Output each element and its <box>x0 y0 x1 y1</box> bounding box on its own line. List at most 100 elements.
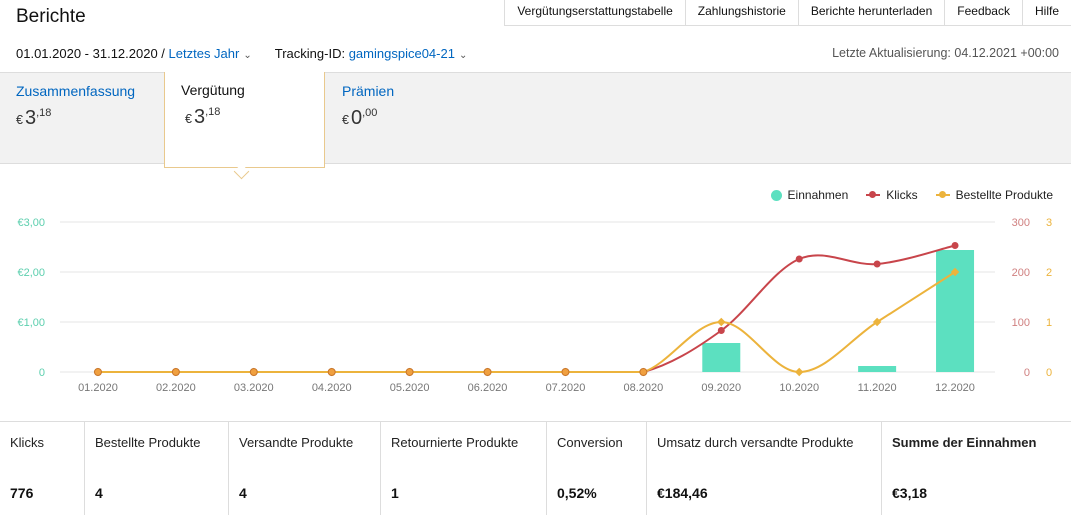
y-right-clicks-tick-label: 100 <box>1012 317 1030 329</box>
point-zero <box>639 368 648 376</box>
stats-row: Klicks 776 Bestellte Produkte 4 Versandte … <box>0 421 1071 515</box>
legend-clicks-swatch <box>866 191 881 198</box>
stat-clicks: Klicks 776 <box>0 422 85 515</box>
page-title: Berichte <box>16 6 86 27</box>
stat-shipped: Versandte Produkte 4 <box>229 422 381 515</box>
x-tick-label: 03.2020 <box>234 382 274 394</box>
stat-conversion: Conversion 0,52% <box>547 422 647 515</box>
summary-tabs: Zusammenfassung €3,18 Prämien €0,00 <box>0 72 1071 164</box>
y-right-clicks-tick-label: 0 <box>1024 367 1030 379</box>
x-tick-label: 04.2020 <box>312 382 352 394</box>
x-tick-label: 11.2020 <box>858 382 897 394</box>
stat-value: €3,18 <box>892 485 928 501</box>
point-ordered <box>717 317 726 327</box>
point-zero <box>561 368 570 376</box>
tab-bonuses-label[interactable]: Prämien <box>342 83 394 99</box>
currency-symbol: € <box>185 112 192 126</box>
period-dropdown[interactable]: Letztes Jahr ⌄ <box>169 46 252 61</box>
nav-help[interactable]: Hilfe <box>1023 0 1071 25</box>
point-clicks <box>951 242 959 249</box>
last-update: Letzte Aktualisierung: 04.12.2021 +00:00 <box>832 46 1059 60</box>
bar-earnings <box>858 366 897 372</box>
stat-value: 4 <box>95 485 103 501</box>
chevron-down-icon[interactable]: ⌄ <box>243 50 251 61</box>
nav-feedback[interactable]: Feedback <box>945 0 1023 25</box>
tracking-id-value[interactable]: gamingspice04-21 <box>349 46 455 61</box>
report-filters: 01.01.2020 - 31.12.2020 / Letztes Jahr ⌄ … <box>16 46 467 61</box>
tab-bonuses-value: €0,00 <box>342 107 377 130</box>
x-tick-label: 01.2020 <box>78 382 118 394</box>
tab-earnings-value: €3,18 <box>185 106 220 129</box>
x-tick-label: 07.2020 <box>546 382 586 394</box>
currency-symbol: € <box>16 113 23 127</box>
period-label[interactable]: Letztes Jahr <box>169 46 240 61</box>
tracking-label: Tracking-ID: <box>274 46 346 61</box>
x-tick-label: 02.2020 <box>156 382 196 394</box>
value-decimal: ,00 <box>362 107 378 119</box>
date-range: 01.01.2020 - 31.12.2020 / <box>16 46 165 61</box>
point-zero <box>249 368 258 376</box>
point-zero <box>93 368 102 376</box>
stat-value: €184,46 <box>657 485 708 501</box>
stat-label: Versandte Produkte <box>239 435 354 450</box>
x-tick-label: 05.2020 <box>390 382 430 394</box>
stat-returned: Retournierte Produkte 1 <box>381 422 547 515</box>
y-right-clicks-tick-label: 200 <box>1012 267 1030 279</box>
tab-summary-label[interactable]: Zusammenfassung <box>16 83 135 99</box>
stat-total-earnings: Summe der Einnahmen €3,18 <box>882 422 1071 515</box>
nav-payment-history[interactable]: Zahlungshistorie <box>686 0 799 25</box>
stat-label: Conversion <box>557 435 623 450</box>
y-right-ordered-tick-label: 0 <box>1046 367 1052 379</box>
y-left-tick-label: 0 <box>39 367 45 379</box>
stat-label: Klicks <box>10 435 44 450</box>
nav-reimbursement-table[interactable]: Vergütungserstattungstabelle <box>505 0 686 25</box>
tab-earnings-active[interactable]: Vergütung €3,18 <box>164 72 325 168</box>
point-zero <box>171 368 180 376</box>
y-left-tick-label: €2,00 <box>17 267 45 279</box>
y-left-tick-label: €3,00 <box>17 217 45 229</box>
y-right-ordered-tick-label: 1 <box>1046 317 1052 329</box>
tab-bonuses[interactable]: Prämien €0,00 <box>326 73 486 163</box>
x-tick-label: 06.2020 <box>468 382 508 394</box>
stat-value: 776 <box>10 485 34 501</box>
value-whole: 0 <box>350 107 363 129</box>
tracking-id-dropdown[interactable]: gamingspice04-21 ⌄ <box>349 46 468 61</box>
value-decimal: ,18 <box>36 107 52 119</box>
chevron-down-icon[interactable]: ⌄ <box>459 50 467 61</box>
x-tick-label: 12.2020 <box>935 382 975 394</box>
y-right-ordered-tick-label: 2 <box>1046 267 1052 279</box>
y-right-ordered-tick-label: 3 <box>1046 217 1052 229</box>
stat-label: Umsatz durch versandte Produkte <box>657 435 854 450</box>
currency-symbol: € <box>342 113 349 127</box>
stat-label: Retournierte Produkte <box>391 435 519 450</box>
top-navigation: Vergütungserstattungstabelle Zahlungshis… <box>504 0 1071 26</box>
x-tick-label: 09.2020 <box>701 382 741 394</box>
value-decimal: ,18 <box>205 106 221 118</box>
value-whole: 3 <box>24 107 37 129</box>
tab-earnings-label[interactable]: Vergütung <box>181 82 245 98</box>
point-clicks <box>717 327 725 334</box>
point-clicks <box>873 260 881 268</box>
tab-summary[interactable]: Zusammenfassung €3,18 <box>0 73 165 163</box>
y-left-tick-label: €1,00 <box>17 317 45 329</box>
stat-value: 4 <box>239 485 247 501</box>
y-right-clicks-tick-label: 300 <box>1012 217 1030 229</box>
point-ordered <box>794 367 804 377</box>
point-zero <box>483 368 492 376</box>
legend-earnings-swatch <box>770 189 782 201</box>
point-clicks <box>795 255 803 263</box>
point-zero <box>405 368 414 376</box>
tab-summary-value: €3,18 <box>16 107 51 130</box>
bar-earnings <box>702 343 741 372</box>
x-tick-label: 10.2020 <box>779 382 819 394</box>
nav-download-reports[interactable]: Berichte herunterladen <box>799 0 946 25</box>
point-zero <box>327 368 336 376</box>
earnings-chart: 0 0 0 €1,00 100 1 €2,00 200 2 €3,00 300 3 01.2020 02.… <box>17 217 1052 394</box>
value-whole: 3 <box>193 106 206 128</box>
stat-value: 0,52% <box>557 485 597 501</box>
x-tick-label: 08.2020 <box>623 382 663 394</box>
stat-label: Bestellte Produkte <box>95 435 201 450</box>
stat-ordered: Bestellte Produkte 4 <box>85 422 229 515</box>
line-clicks <box>97 244 956 373</box>
stat-revenue: Umsatz durch versandte Produkte €184,46 <box>647 422 882 515</box>
